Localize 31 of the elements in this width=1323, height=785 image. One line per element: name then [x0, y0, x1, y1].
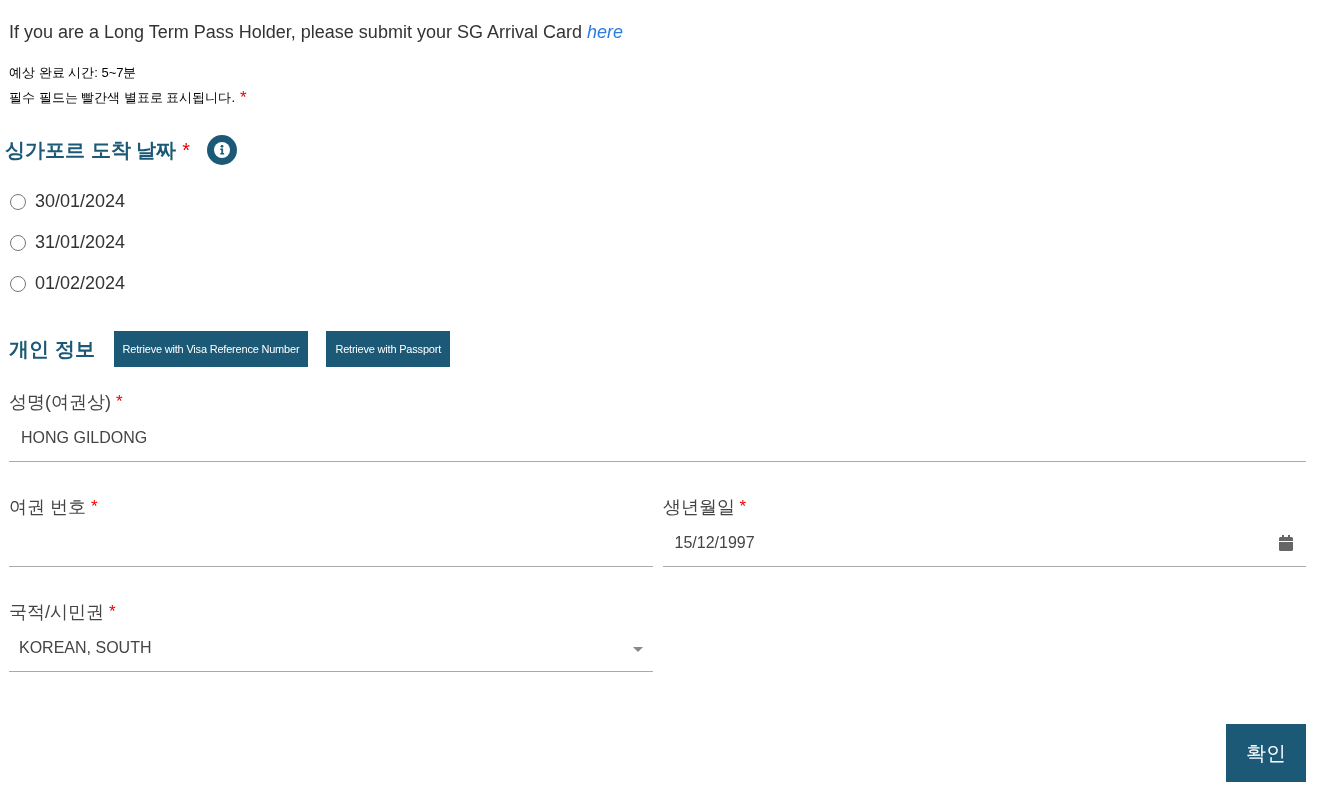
retrieve-button[interactable]: Retrieve with Visa Reference Number — [113, 331, 309, 367]
date-field[interactable]: 15/12/1997 — [662, 519, 1306, 567]
radio-label[interactable]: 01/02/2024 — [35, 273, 126, 294]
field-label: 성명(여권상) — [9, 391, 111, 414]
retrieve-button[interactable]: Retrieve with Passport — [326, 331, 451, 367]
caret-icon — [632, 646, 643, 652]
required-asterisk: * — [182, 140, 190, 160]
required-note-text: 필수 필드는 빨간색 별표로 표시됩니다. — [9, 88, 236, 107]
required-asterisk: * — [240, 89, 247, 106]
field-label: 여권 번호 — [9, 496, 86, 519]
section-heading: 싱가포르 도착 날짜 — [5, 138, 177, 163]
section-heading: 개인 정보 — [9, 337, 95, 362]
confirm-button[interactable]: 확인 — [1226, 724, 1306, 782]
radio-button[interactable] — [10, 234, 26, 251]
notice-text: If you are a Long Term Pass Holder, please submit your SG Arrival Card here — [9, 21, 624, 44]
text-field[interactable]: HONG GILDONG — [9, 414, 1306, 462]
required-asterisk: * — [116, 392, 123, 412]
info-icon[interactable] — [206, 135, 237, 165]
here-link[interactable]: here — [586, 22, 623, 42]
required-asterisk: * — [91, 497, 98, 517]
radio-label[interactable]: 30/01/2024 — [35, 191, 126, 212]
dropdown-field[interactable]: KOREAN, SOUTH — [9, 624, 653, 672]
field-label: 생년월일 — [662, 496, 735, 519]
required-asterisk: * — [739, 497, 747, 517]
radio-label[interactable]: 31/01/2024 — [35, 232, 126, 253]
estimated-time-text: 예상 완료 시간: 5~7분 — [9, 64, 137, 82]
radio-button[interactable] — [10, 193, 26, 210]
field-label: 국적/시민권 — [9, 601, 104, 624]
calendar-icon[interactable] — [1279, 534, 1293, 551]
required-asterisk: * — [109, 602, 116, 622]
radio-button[interactable] — [10, 275, 26, 292]
